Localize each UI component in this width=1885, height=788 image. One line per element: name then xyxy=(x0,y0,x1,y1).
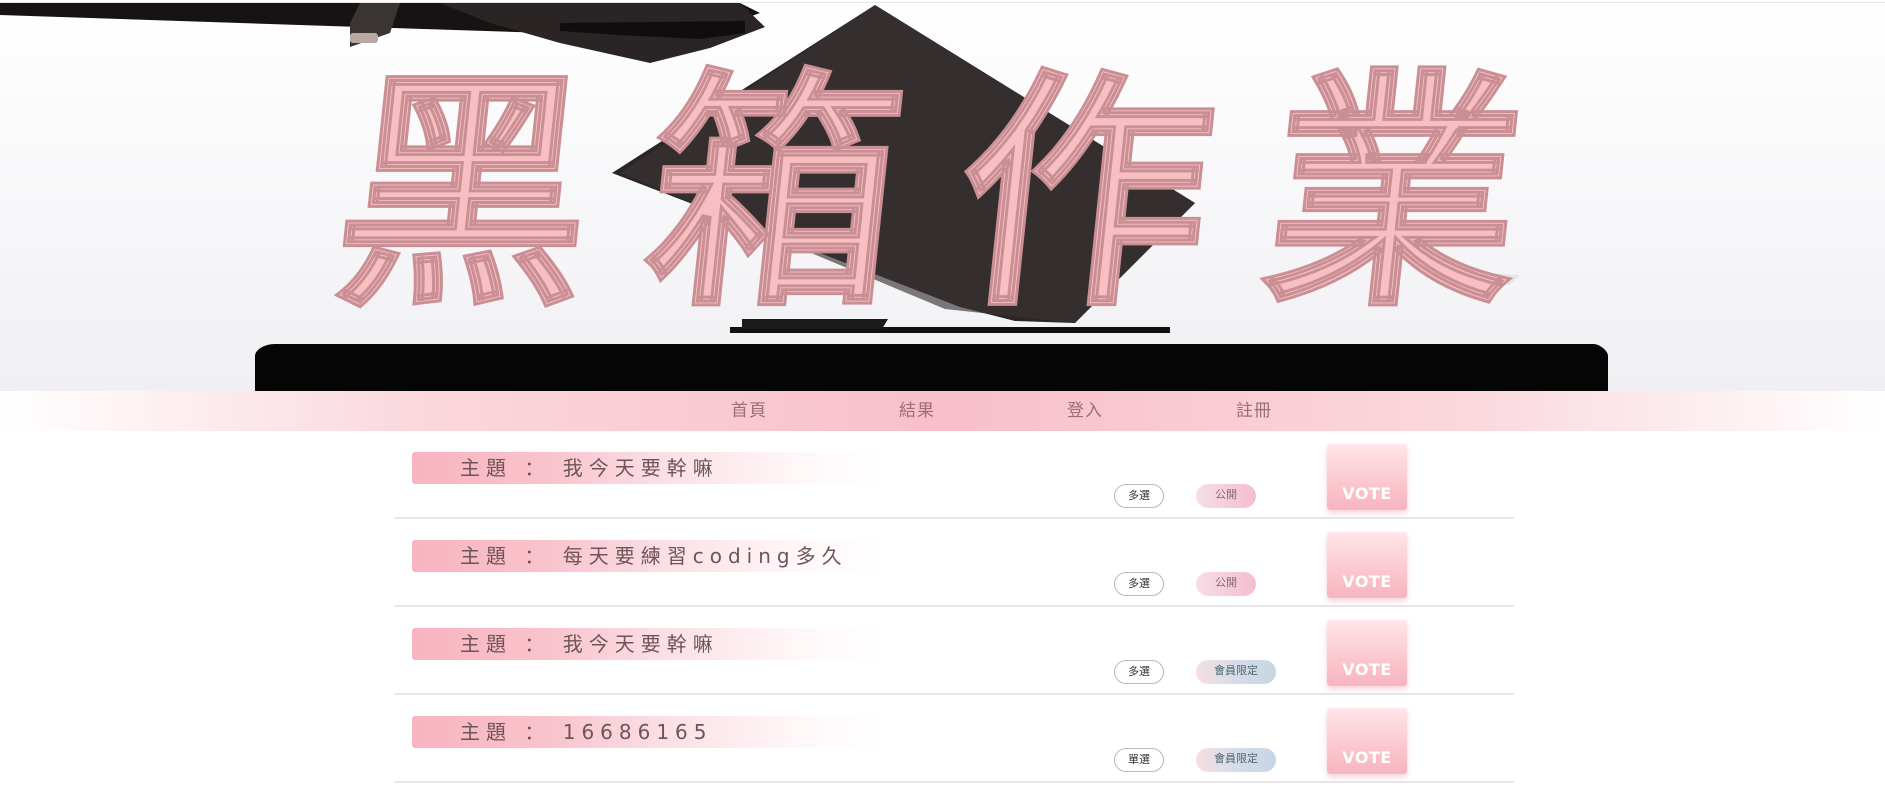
poll-topic: 主題 ： 我今天要幹嘛 xyxy=(412,628,882,660)
vote-button[interactable]: VOTE xyxy=(1327,532,1407,598)
page: 黑 箱 作 業 首頁 結果 登入 註冊 主題 ： 我今天要幹嘛 多選 公開 VO… xyxy=(0,0,1885,788)
main-nav: 首頁 結果 登入 註冊 xyxy=(0,391,1885,431)
poll-item: 主題 ： 16686165 單選 會員限定 VOTE xyxy=(394,695,1514,783)
poll-visibility-badge: 會員限定 xyxy=(1196,660,1276,684)
vote-button[interactable]: VOTE xyxy=(1327,620,1407,686)
poll-topic: 主題 ： 16686165 xyxy=(412,716,882,748)
poll-item: 主題 ： 我今天要幹嘛 多選 公開 VOTE xyxy=(394,431,1514,519)
nav-item-results[interactable]: 結果 xyxy=(899,391,935,431)
poll-type-badge: 單選 xyxy=(1114,748,1164,772)
banner-title-char: 箱 xyxy=(633,45,917,342)
poll-item: 主題 ： 我今天要幹嘛 多選 會員限定 VOTE xyxy=(394,607,1514,695)
vote-button[interactable]: VOTE xyxy=(1327,444,1407,510)
poll-type-badge: 多選 xyxy=(1114,660,1164,684)
poll-list: 主題 ： 我今天要幹嘛 多選 公開 VOTE 主題 ： 每天要練習coding多… xyxy=(394,431,1514,783)
poll-visibility-badge: 公開 xyxy=(1196,572,1256,596)
nav-item-login[interactable]: 登入 xyxy=(1067,391,1103,431)
poll-visibility-badge: 會員限定 xyxy=(1196,748,1276,772)
banner-title-char: 業 xyxy=(1253,45,1537,342)
poll-topic: 主題 ： 我今天要幹嘛 xyxy=(412,452,882,484)
poll-type-badge: 多選 xyxy=(1114,572,1164,596)
banner-title-char: 黑 xyxy=(323,45,607,342)
poll-type-badge: 多選 xyxy=(1114,484,1164,508)
poll-item: 主題 ： 每天要練習coding多久 多選 公開 VOTE xyxy=(394,519,1514,607)
banner-title: 黑 箱 作 業 xyxy=(322,23,1538,363)
banner: 黑 箱 作 業 xyxy=(0,3,1885,391)
vote-button[interactable]: VOTE xyxy=(1327,708,1407,774)
nav-item-register[interactable]: 註冊 xyxy=(1236,391,1272,431)
poll-topic: 主題 ： 每天要練習coding多久 xyxy=(412,540,882,572)
banner-title-char: 作 xyxy=(943,45,1227,342)
nav-item-home[interactable]: 首頁 xyxy=(731,391,767,431)
poll-visibility-badge: 公開 xyxy=(1196,484,1256,508)
